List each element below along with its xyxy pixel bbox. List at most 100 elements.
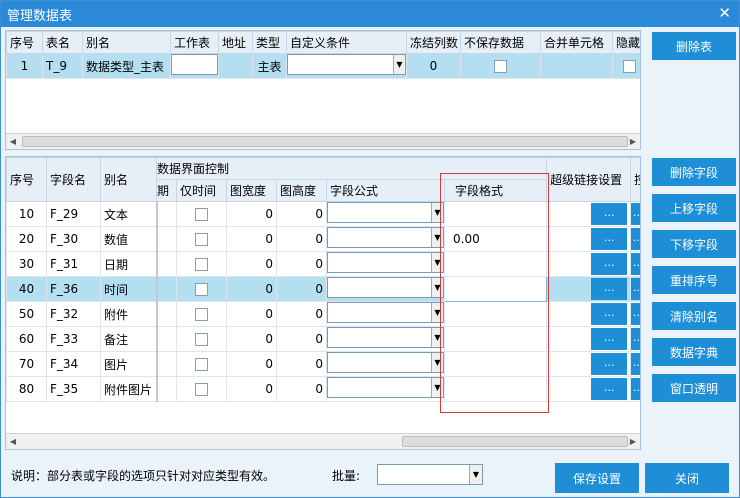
time-only-checkbox[interactable] bbox=[195, 233, 208, 246]
cell-hyperlink[interactable]: ... bbox=[546, 201, 632, 227]
cell-time-only[interactable] bbox=[176, 351, 227, 377]
col-header-time-only[interactable]: 仅时间 bbox=[176, 179, 227, 202]
extra-settings-button[interactable]: ... bbox=[631, 253, 640, 275]
time-only-checkbox[interactable] bbox=[195, 258, 208, 271]
cell-field-alias[interactable]: 文本 bbox=[100, 201, 157, 227]
chevron-down-icon[interactable]: ▼ bbox=[431, 328, 443, 347]
col-header-nosave[interactable]: 不保存数据 bbox=[460, 31, 541, 54]
col-header-freeze[interactable]: 冻结列数 bbox=[406, 31, 461, 54]
cell-formula[interactable]: ▼ bbox=[326, 276, 445, 302]
cell-freeze[interactable]: 0 bbox=[406, 53, 461, 79]
cell-date-partial[interactable] bbox=[155, 326, 177, 352]
hyperlink-settings-button[interactable]: ... bbox=[591, 328, 628, 350]
field-row[interactable]: 20F_30数值 00 ▼0.00...... bbox=[6, 226, 640, 252]
col-header-img-height[interactable]: 图高度 bbox=[276, 179, 327, 202]
field-row[interactable]: 40F_36时间 00 ▼...... bbox=[6, 276, 640, 302]
hide-checkbox[interactable] bbox=[623, 60, 636, 73]
col-header-date-partial[interactable]: 期 bbox=[156, 179, 177, 202]
cell-sheet[interactable] bbox=[170, 53, 219, 79]
time-only-checkbox[interactable] bbox=[195, 308, 208, 321]
cell-field-alias[interactable]: 备注 bbox=[100, 326, 157, 352]
cell-time-only[interactable] bbox=[176, 251, 227, 277]
cell-field-alias[interactable]: 附件图片 bbox=[100, 376, 157, 402]
chevron-down-icon[interactable]: ▼ bbox=[431, 278, 443, 297]
cell-time-only[interactable] bbox=[176, 276, 227, 302]
cell-extra[interactable]: ... bbox=[630, 276, 640, 302]
cell-img-height[interactable]: 0 bbox=[276, 376, 327, 402]
extra-settings-button[interactable]: ... bbox=[631, 203, 640, 225]
formula-select[interactable]: ▼ bbox=[327, 377, 444, 398]
cell-formula[interactable]: ▼ bbox=[326, 251, 445, 277]
col-header-extra[interactable]: 控 bbox=[630, 157, 640, 202]
col-header-formula[interactable]: 字段公式 bbox=[326, 179, 445, 202]
cell-img-height[interactable]: 0 bbox=[276, 201, 327, 227]
scroll-thumb[interactable] bbox=[22, 136, 628, 147]
cell-img-height[interactable]: 0 bbox=[276, 226, 327, 252]
cell-hide[interactable] bbox=[612, 53, 640, 79]
formula-select[interactable]: ▼ bbox=[327, 202, 444, 223]
table-row[interactable]: 1 T_9 数据类型_主表 主表 ▼ 0 bbox=[6, 53, 640, 79]
col-header-sheet[interactable]: 工作表 bbox=[170, 31, 219, 54]
cell-extra[interactable]: ... bbox=[630, 351, 640, 377]
cell-formula[interactable]: ▼ bbox=[326, 226, 445, 252]
cell-date-partial[interactable] bbox=[155, 251, 177, 277]
cell-img-height[interactable]: 0 bbox=[276, 251, 327, 277]
cell-format[interactable] bbox=[443, 326, 548, 352]
time-only-checkbox[interactable] bbox=[195, 333, 208, 346]
scroll-left-icon[interactable]: ◀ bbox=[6, 434, 20, 449]
cell-format[interactable] bbox=[443, 276, 548, 302]
cell-format[interactable] bbox=[443, 251, 548, 277]
scroll-right-icon[interactable]: ▶ bbox=[626, 434, 640, 449]
col-header-name[interactable]: 表名 bbox=[42, 31, 83, 54]
chevron-down-icon[interactable]: ▼ bbox=[393, 55, 405, 74]
hyperlink-settings-button[interactable]: ... bbox=[591, 228, 628, 250]
chevron-down-icon[interactable]: ▼ bbox=[431, 303, 443, 322]
extra-settings-button[interactable]: ... bbox=[631, 303, 640, 325]
cell-formula[interactable]: ▼ bbox=[326, 201, 445, 227]
scroll-thumb[interactable] bbox=[402, 436, 628, 447]
formula-select[interactable]: ▼ bbox=[327, 352, 444, 373]
cell-date-partial[interactable] bbox=[155, 201, 177, 227]
cell-hyperlink[interactable]: ... bbox=[546, 351, 632, 377]
hyperlink-settings-button[interactable]: ... bbox=[591, 278, 628, 300]
cell-img-height[interactable]: 0 bbox=[276, 351, 327, 377]
col-header-hide[interactable]: 隐藏表 bbox=[612, 31, 640, 54]
cell-date-partial[interactable] bbox=[155, 301, 177, 327]
extra-settings-button[interactable]: ... bbox=[631, 328, 640, 350]
cell-date-partial[interactable] bbox=[155, 276, 177, 302]
cell-img-width[interactable]: 0 bbox=[226, 226, 277, 252]
col-header-format[interactable]: 字段格式 bbox=[443, 179, 548, 202]
cell-field-alias[interactable]: 数值 bbox=[100, 226, 157, 252]
chevron-down-icon[interactable]: ▼ bbox=[431, 228, 443, 247]
hyperlink-settings-button[interactable]: ... bbox=[591, 353, 628, 375]
nosave-checkbox[interactable] bbox=[494, 60, 507, 73]
cell-extra[interactable]: ... bbox=[630, 301, 640, 327]
cell-hyperlink[interactable]: ... bbox=[546, 251, 632, 277]
hyperlink-settings-button[interactable]: ... bbox=[591, 378, 628, 400]
cell-img-width[interactable]: 0 bbox=[226, 351, 277, 377]
cell-date-partial[interactable] bbox=[155, 226, 177, 252]
cell-img-width[interactable]: 0 bbox=[226, 276, 277, 302]
extra-settings-button[interactable]: ... bbox=[631, 228, 640, 250]
field-row[interactable]: 60F_33备注 00 ▼...... bbox=[6, 326, 640, 352]
cell-field-alias[interactable]: 图片 bbox=[100, 351, 157, 377]
cell-merge[interactable] bbox=[540, 53, 613, 79]
delete-field-button[interactable]: 删除字段 bbox=[652, 158, 736, 186]
cell-format[interactable] bbox=[443, 201, 548, 227]
cell-time-only[interactable] bbox=[176, 326, 227, 352]
cell-time-only[interactable] bbox=[176, 226, 227, 252]
batch-select[interactable]: ▼ bbox=[377, 464, 483, 485]
time-only-checkbox[interactable] bbox=[195, 208, 208, 221]
col-header-field-seq[interactable]: 序号 bbox=[6, 157, 47, 202]
cell-formula[interactable]: ▼ bbox=[326, 326, 445, 352]
cell-formula[interactable]: ▼ bbox=[326, 301, 445, 327]
cell-extra[interactable]: ... bbox=[630, 226, 640, 252]
cell-format[interactable] bbox=[443, 301, 548, 327]
cell-img-width[interactable]: 0 bbox=[226, 301, 277, 327]
col-header-condition[interactable]: 自定义条件 bbox=[286, 31, 407, 54]
chevron-down-icon[interactable]: ▼ bbox=[431, 353, 443, 372]
cell-condition[interactable]: ▼ bbox=[286, 53, 407, 79]
cell-time-only[interactable] bbox=[176, 301, 227, 327]
cell-field-alias[interactable]: 附件 bbox=[100, 301, 157, 327]
cell-formula[interactable]: ▼ bbox=[326, 376, 445, 402]
